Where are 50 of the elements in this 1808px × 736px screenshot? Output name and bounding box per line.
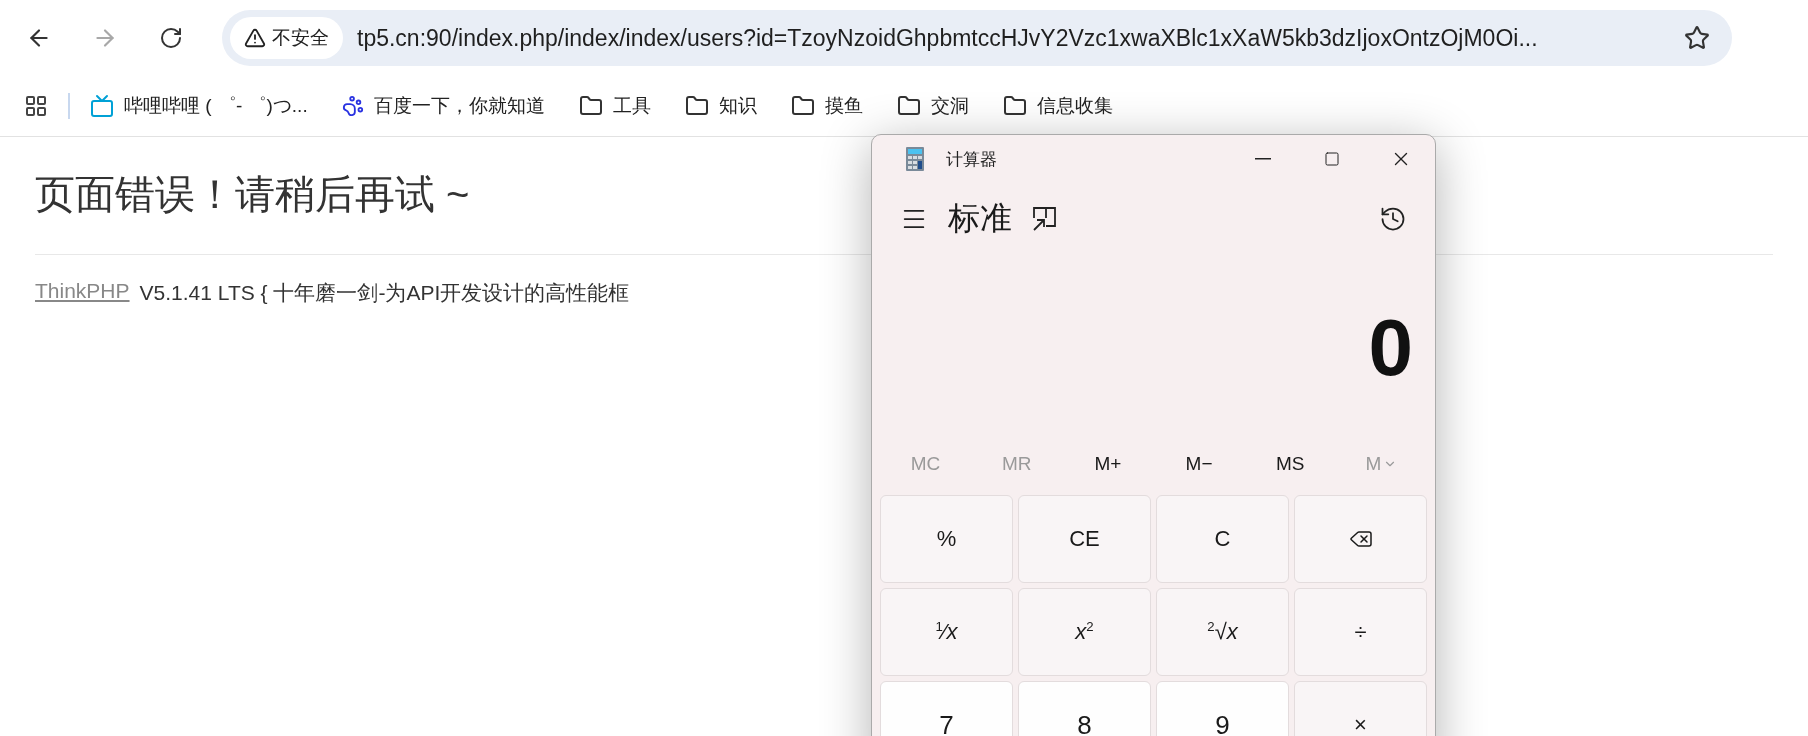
function-key[interactable]: $^{1}$⁄x (880, 588, 1013, 676)
history-button[interactable] (1379, 205, 1407, 233)
folder-icon (578, 94, 603, 118)
bookmark-item[interactable]: 工具 (578, 93, 651, 119)
bookmark-item[interactable]: 交洞 (896, 93, 969, 119)
thinkphp-link[interactable]: ThinkPHP (35, 279, 130, 307)
function-key[interactable]: C (1156, 495, 1289, 583)
compact-overlay-icon (1032, 206, 1058, 232)
memory-button[interactable]: M− (1153, 441, 1245, 487)
tv-icon (90, 94, 114, 118)
bookmark-item[interactable]: 摸鱼 (790, 93, 863, 119)
history-icon (1379, 205, 1407, 233)
error-heading: 页面错误！请稍后再试 ~ (35, 171, 470, 218)
apps-button[interactable] (24, 94, 48, 118)
folder-icon (684, 94, 709, 118)
bookmark-item[interactable]: 百度一下，你就知道 (341, 93, 545, 119)
mode-title: 标准 (948, 199, 1012, 238)
bookmark-item[interactable]: 哔哩哔哩 ( ゜- ゜)つ... (90, 93, 308, 119)
warning-icon (244, 27, 266, 49)
reload-icon (159, 26, 183, 50)
star-icon (1684, 25, 1710, 51)
bookmark-item[interactable]: 信息收集 (1002, 93, 1113, 119)
folder-icon (790, 94, 815, 118)
calculator-icon (906, 147, 924, 171)
function-key[interactable]: $^{2}$√x (1156, 588, 1289, 676)
paw-icon (341, 95, 364, 117)
keep-on-top-button[interactable] (1032, 206, 1058, 232)
display-value: 0 (1368, 302, 1413, 394)
minimize-icon (1254, 158, 1271, 160)
folder-icon (1002, 94, 1027, 118)
function-key[interactable]: × (1294, 681, 1427, 736)
digit-key[interactable]: 9 (1156, 681, 1289, 736)
apps-grid-icon (24, 94, 48, 118)
memory-button[interactable]: M+ (1062, 441, 1154, 487)
memory-button[interactable]: MS (1244, 441, 1336, 487)
function-key[interactable]: % (880, 495, 1013, 583)
function-key[interactable]: x$^{2}$ (1018, 588, 1151, 676)
folder-icon (896, 94, 921, 118)
version-text: V5.1.41 LTS { 十年磨一剑-为API开发设计的高性能框 (139, 280, 630, 306)
function-key[interactable]: ÷ (1294, 588, 1427, 676)
address-bar[interactable]: 不安全 tp5.cn:90/index.php/index/index/users?id=TzoyNzoidGhpbmtccHJvY2Vzc1xwaXBlc1xXaW5kb3dzIjoxOntzOjM0Oi... (222, 10, 1732, 66)
maximize-icon (1323, 151, 1340, 167)
url-text: tp5.cn:90/index.php/index/index/users?id=TzoyNzoidGhpbmtccHJvY2Vzc1xwaXBlc1xXaW5kb3dzIjoxOntzOjM0Oi... (357, 24, 1539, 52)
bookmark-star-button[interactable] (1684, 25, 1710, 51)
digit-key[interactable]: 8 (1018, 681, 1151, 736)
security-chip[interactable]: 不安全 (230, 17, 343, 59)
window-title: 计算器 (946, 148, 998, 171)
digit-key[interactable]: 7 (880, 681, 1013, 736)
function-key[interactable]: CE (1018, 495, 1151, 583)
bookmark-item[interactable]: 知识 (684, 93, 757, 119)
